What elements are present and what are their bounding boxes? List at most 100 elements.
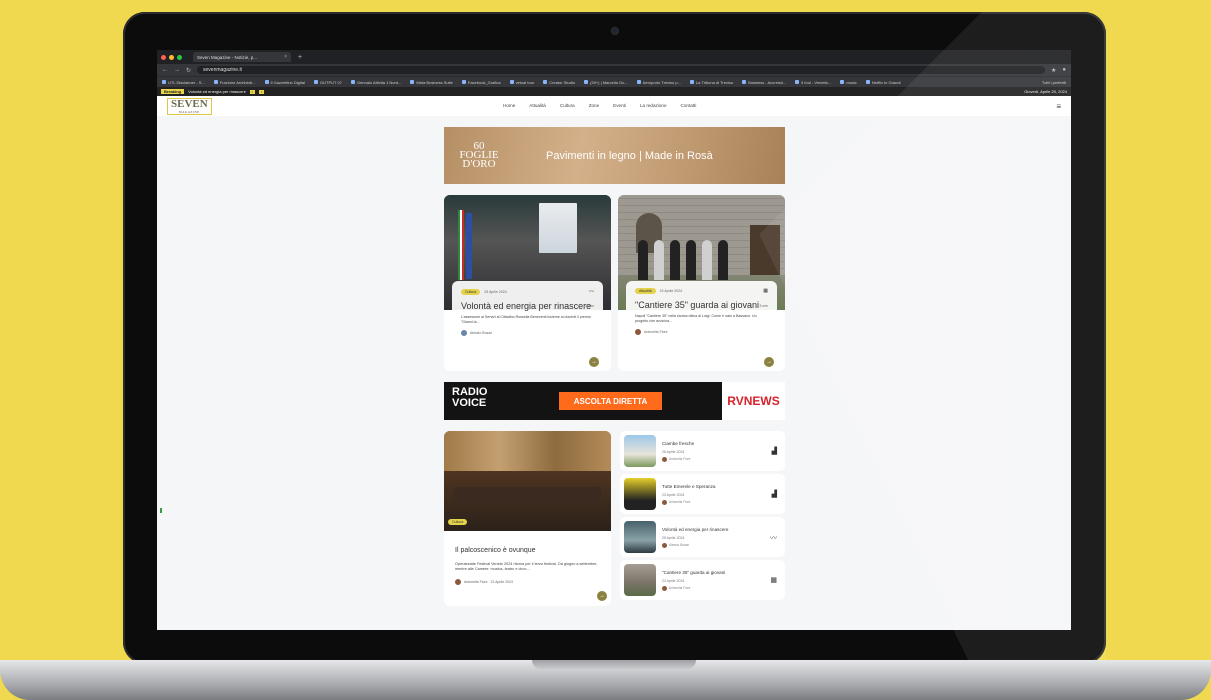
hamburger-menu-icon[interactable]: ≡	[1056, 102, 1061, 111]
read-more-arrow-button[interactable]: →	[764, 357, 774, 367]
bookmark-item[interactable]: Meta Business Suite	[410, 80, 453, 85]
browser-tab[interactable]: Seven Magazine - Notizie, p... ×	[193, 52, 291, 62]
author-name[interactable]: Antonella Fiore	[644, 330, 668, 334]
bookmark-icon	[213, 80, 218, 84]
breaking-headline[interactable]: Volontà ed energia per rinascere	[188, 89, 246, 94]
article-title[interactable]: Volontà ed energia per rinascere	[461, 301, 594, 311]
browser-toolbar: ← → ↻ sevenmagazine.it ★ ●	[157, 64, 1071, 76]
person-figure	[686, 240, 696, 280]
profile-icon[interactable]: ●	[1062, 67, 1066, 73]
radio-banner-main: RADIO VOICE ASCOLTA DIRETTA	[444, 382, 722, 420]
person-figure	[670, 240, 680, 280]
fresco-ceiling-image	[444, 431, 611, 471]
author-name[interactable]: Alessio Bosari	[470, 331, 492, 335]
article-title[interactable]: "Cantiere 35" guarda ai giovani	[635, 300, 768, 310]
menu-item[interactable]: Cultura	[560, 103, 575, 108]
breaking-prev-button[interactable]: ‹	[249, 89, 256, 94]
close-window-button[interactable]	[161, 54, 166, 60]
read-more-arrow-button[interactable]: →	[597, 591, 607, 601]
new-tab-icon[interactable]: +	[298, 54, 302, 61]
bookmark-item[interactable]: Gennaio Attivita 1 Nord...	[350, 80, 401, 85]
scene: Seven Magazine - Notizie, p... × + ← → ↻…	[0, 0, 1211, 700]
listen-live-button[interactable]: ASCOLTA DIRETTA	[559, 392, 662, 410]
author-name[interactable]: Antonella Fiore	[669, 586, 690, 590]
bookmark-item[interactable]: (39+) | Marcella Gu...	[584, 80, 628, 85]
person-figure	[718, 240, 728, 280]
close-tab-icon[interactable]: ×	[284, 54, 287, 60]
minimize-window-button[interactable]	[169, 54, 174, 60]
bookmark-item[interactable]: Business - Accretuli...	[742, 80, 786, 85]
author-name[interactable]: Alessio Bosari	[669, 543, 689, 547]
site-logo[interactable]: SEVEN MAGAZINE	[167, 97, 212, 115]
list-item-title[interactable]: Volontà ed energia per rinascere	[662, 527, 728, 532]
star-icon[interactable]: ★	[1051, 67, 1056, 74]
menu-item[interactable]: Eventi	[613, 103, 626, 108]
list-item-title[interactable]: "Cantiere 35" guarda ai giovani	[662, 570, 725, 575]
bookmark-item[interactable]: UTL Disclaimer - S...	[162, 80, 205, 85]
address-bar[interactable]: sevenmagazine.it	[197, 66, 1045, 74]
category-badge[interactable]: Attualità	[635, 288, 656, 294]
story-title[interactable]: Il palcoscenico è ovunque	[444, 531, 611, 554]
list-item-title[interactable]: Tutte Emerele e Speranza	[662, 484, 715, 489]
laptop-notch	[532, 660, 696, 669]
radio-voice-banner-ad[interactable]: RADIO VOICE ASCOLTA DIRETTA RVNEWS	[444, 382, 785, 420]
featured-article-card[interactable]: Cultura 25 Aprile 2024 〰 Volontà ed ener…	[444, 195, 611, 371]
list-item[interactable]: Ciambe fresche 26 Aprile 2024 Antonella Fi…	[620, 431, 785, 471]
read-more-arrow-button[interactable]: →	[589, 357, 599, 367]
article-meta: Attualità 24 Aprile 2024 ▦	[635, 288, 768, 294]
author-name[interactable]: Antonella Fiore	[464, 580, 488, 584]
list-item[interactable]: Tutte Emerele e Speranza 23 Aprile 2024 An…	[620, 474, 785, 514]
bookmark-item[interactable]: music	[840, 80, 857, 85]
bookmark-icon	[162, 80, 166, 84]
reload-icon[interactable]: ↻	[186, 67, 191, 74]
menu-item[interactable]: Home	[503, 103, 515, 108]
bookmark-item[interactable]: Creator Studio	[543, 80, 575, 85]
menu-item[interactable]: Zone	[589, 103, 599, 108]
author-name[interactable]: Antonella Fiore	[669, 457, 690, 461]
category-badge[interactable]: Cultura	[461, 288, 481, 295]
forward-icon[interactable]: →	[174, 67, 180, 73]
bookmark-item[interactable]: Aeroporto Treviso p...	[636, 79, 681, 85]
bookmark-item[interactable]: virtual tour	[509, 80, 534, 85]
projector-screen-image	[539, 203, 577, 253]
menu-item[interactable]: Attualità	[529, 103, 546, 108]
list-item[interactable]: "Cantiere 35" guarda ai giovani 24 Aprile…	[620, 560, 785, 600]
back-icon[interactable]: ←	[162, 67, 168, 73]
wood-flooring-banner-ad[interactable]: 60 FOGLIE D'ORO Pavimenti in legno | Mad…	[444, 127, 785, 184]
featured-article-card[interactable]: Attualità 24 Aprile 2024 ▦ "Cantiere 35"…	[618, 195, 785, 371]
maximize-window-button[interactable]	[177, 54, 182, 60]
bookmark-label: La Tribuna di Treviso	[695, 79, 734, 85]
bookmark-icon	[543, 80, 548, 84]
bookmark-item[interactable]: Frazione Archivisti...	[213, 79, 256, 85]
article-excerpt: L'assessore ai Servizi al Cittadino Ross…	[461, 315, 591, 324]
menu-item[interactable]: La redazione	[640, 103, 667, 108]
bookmark-item[interactable]: Il Gazzettino Digital	[264, 80, 305, 85]
bookmark-item[interactable]: Il foul - Venetto...	[795, 80, 831, 85]
bookmark-icon	[584, 80, 589, 84]
article-author: Alessio Bosari	[461, 330, 594, 336]
bookmark-icon	[742, 80, 747, 84]
category-badge[interactable]: Cultura	[448, 519, 468, 525]
bookmark-item[interactable]: La Tribuna di Treviso	[689, 79, 734, 85]
all-bookmarks[interactable]: Tutti i preferiti	[1042, 80, 1066, 85]
bookmark-item[interactable]: Facebook_Grafica	[461, 80, 501, 85]
bookmark-item[interactable]: OUTPUT 07	[314, 80, 342, 85]
list-item-author: Antonella Fiore	[662, 499, 715, 505]
logo-subtext: MAGAZINE	[178, 109, 200, 114]
story-excerpt: Operaestate Festival Veneto 2024 ritorna…	[455, 562, 598, 571]
bookmark-item[interactable]: Netflix In Grandi	[865, 80, 900, 85]
italy-flag-image	[458, 210, 464, 280]
breaking-next-button[interactable]: ›	[259, 89, 265, 94]
bookmark-label: Aeroporto Treviso p...	[642, 79, 681, 85]
menu-item[interactable]: Contatti	[681, 103, 697, 108]
list-item-title[interactable]: Ciambe fresche	[662, 441, 694, 446]
building-icon: ▦	[763, 288, 768, 294]
list-item[interactable]: Volontà ed energia per rinascere 25 April…	[620, 517, 785, 557]
bookmark-icon	[410, 80, 415, 84]
list-item-body: Ciambe fresche 26 Aprile 2024 Antonella Fi…	[662, 441, 694, 462]
person-figure	[638, 240, 648, 280]
author-name[interactable]: Antonella Fiore	[669, 500, 690, 504]
bookmark-label: Frazione Archivisti...	[219, 79, 256, 85]
bookmark-icon	[509, 80, 514, 84]
story-card[interactable]: Cultura Il palcoscenico è ovunque Operae…	[444, 431, 611, 606]
